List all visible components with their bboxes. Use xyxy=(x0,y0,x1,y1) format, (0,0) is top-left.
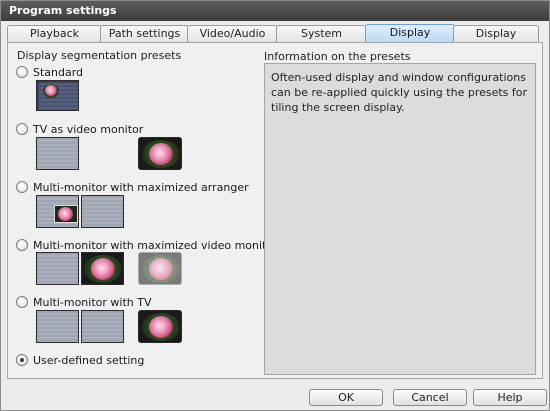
multi-tv-preview-right xyxy=(81,310,124,343)
preset-user-defined-label: User-defined setting xyxy=(33,353,145,367)
preset-standard-label: Standard xyxy=(33,65,84,79)
title-bar: Program settings xyxy=(1,1,549,21)
preset-multi-tv[interactable]: Multi-monitor with TV xyxy=(16,295,151,309)
window-title: Program settings xyxy=(9,4,117,17)
standard-preview xyxy=(36,80,79,111)
radio-tv-video-monitor[interactable] xyxy=(16,123,28,135)
tab-display-templates[interactable]: Display templates xyxy=(365,24,455,55)
arranger-preview-right xyxy=(81,195,124,228)
video-monitor-preview-left xyxy=(36,252,79,285)
radio-user-defined[interactable] xyxy=(16,354,28,366)
tab-video-audio[interactable]: Video/Audio xyxy=(187,25,278,42)
tv-preview-monitor xyxy=(36,137,79,170)
multi-tv-preview-left xyxy=(36,310,79,343)
info-title: Information on the presets xyxy=(264,50,411,63)
preset-tv-video-monitor[interactable]: TV as video monitor xyxy=(16,122,143,136)
info-box: Often-used display and window configurat… xyxy=(264,63,536,375)
video-monitor-preview-tv xyxy=(138,252,182,285)
program-settings-dialog: Program settings Playback Path settings … xyxy=(0,0,550,411)
preset-multi-video-monitor-label: Multi-monitor with maximized video monit… xyxy=(33,238,278,252)
radio-multi-arranger[interactable] xyxy=(16,181,28,193)
presets-title: Display segmentation presets xyxy=(17,49,182,62)
tab-path-settings[interactable]: Path settings xyxy=(100,25,189,42)
preset-multi-video-monitor[interactable]: Multi-monitor with maximized video monit… xyxy=(16,238,278,252)
radio-multi-tv[interactable] xyxy=(16,296,28,308)
help-button[interactable]: Help xyxy=(473,389,547,406)
cancel-button[interactable]: Cancel xyxy=(393,389,467,406)
radio-standard[interactable] xyxy=(16,66,28,78)
preset-standard[interactable]: Standard xyxy=(16,65,83,79)
video-monitor-preview-right xyxy=(81,252,124,285)
tab-display-options[interactable]: Display options xyxy=(453,25,539,56)
tab-system[interactable]: System xyxy=(276,25,367,42)
preset-tv-video-monitor-label: TV as video monitor xyxy=(33,122,144,136)
tv-preview-screen xyxy=(138,137,182,170)
tab-playback[interactable]: Playback xyxy=(7,25,102,42)
preset-user-defined[interactable]: User-defined setting xyxy=(16,353,144,367)
radio-multi-video-monitor[interactable] xyxy=(16,239,28,251)
multi-tv-preview-tv xyxy=(138,310,182,343)
arranger-preview-left xyxy=(36,195,79,228)
preset-multi-tv-label: Multi-monitor with TV xyxy=(33,295,152,309)
ok-button[interactable]: OK xyxy=(309,389,383,406)
preset-multi-arranger[interactable]: Multi-monitor with maximized arranger xyxy=(16,180,249,194)
info-text: Often-used display and window configurat… xyxy=(271,71,528,114)
preset-multi-arranger-label: Multi-monitor with maximized arranger xyxy=(33,180,249,194)
